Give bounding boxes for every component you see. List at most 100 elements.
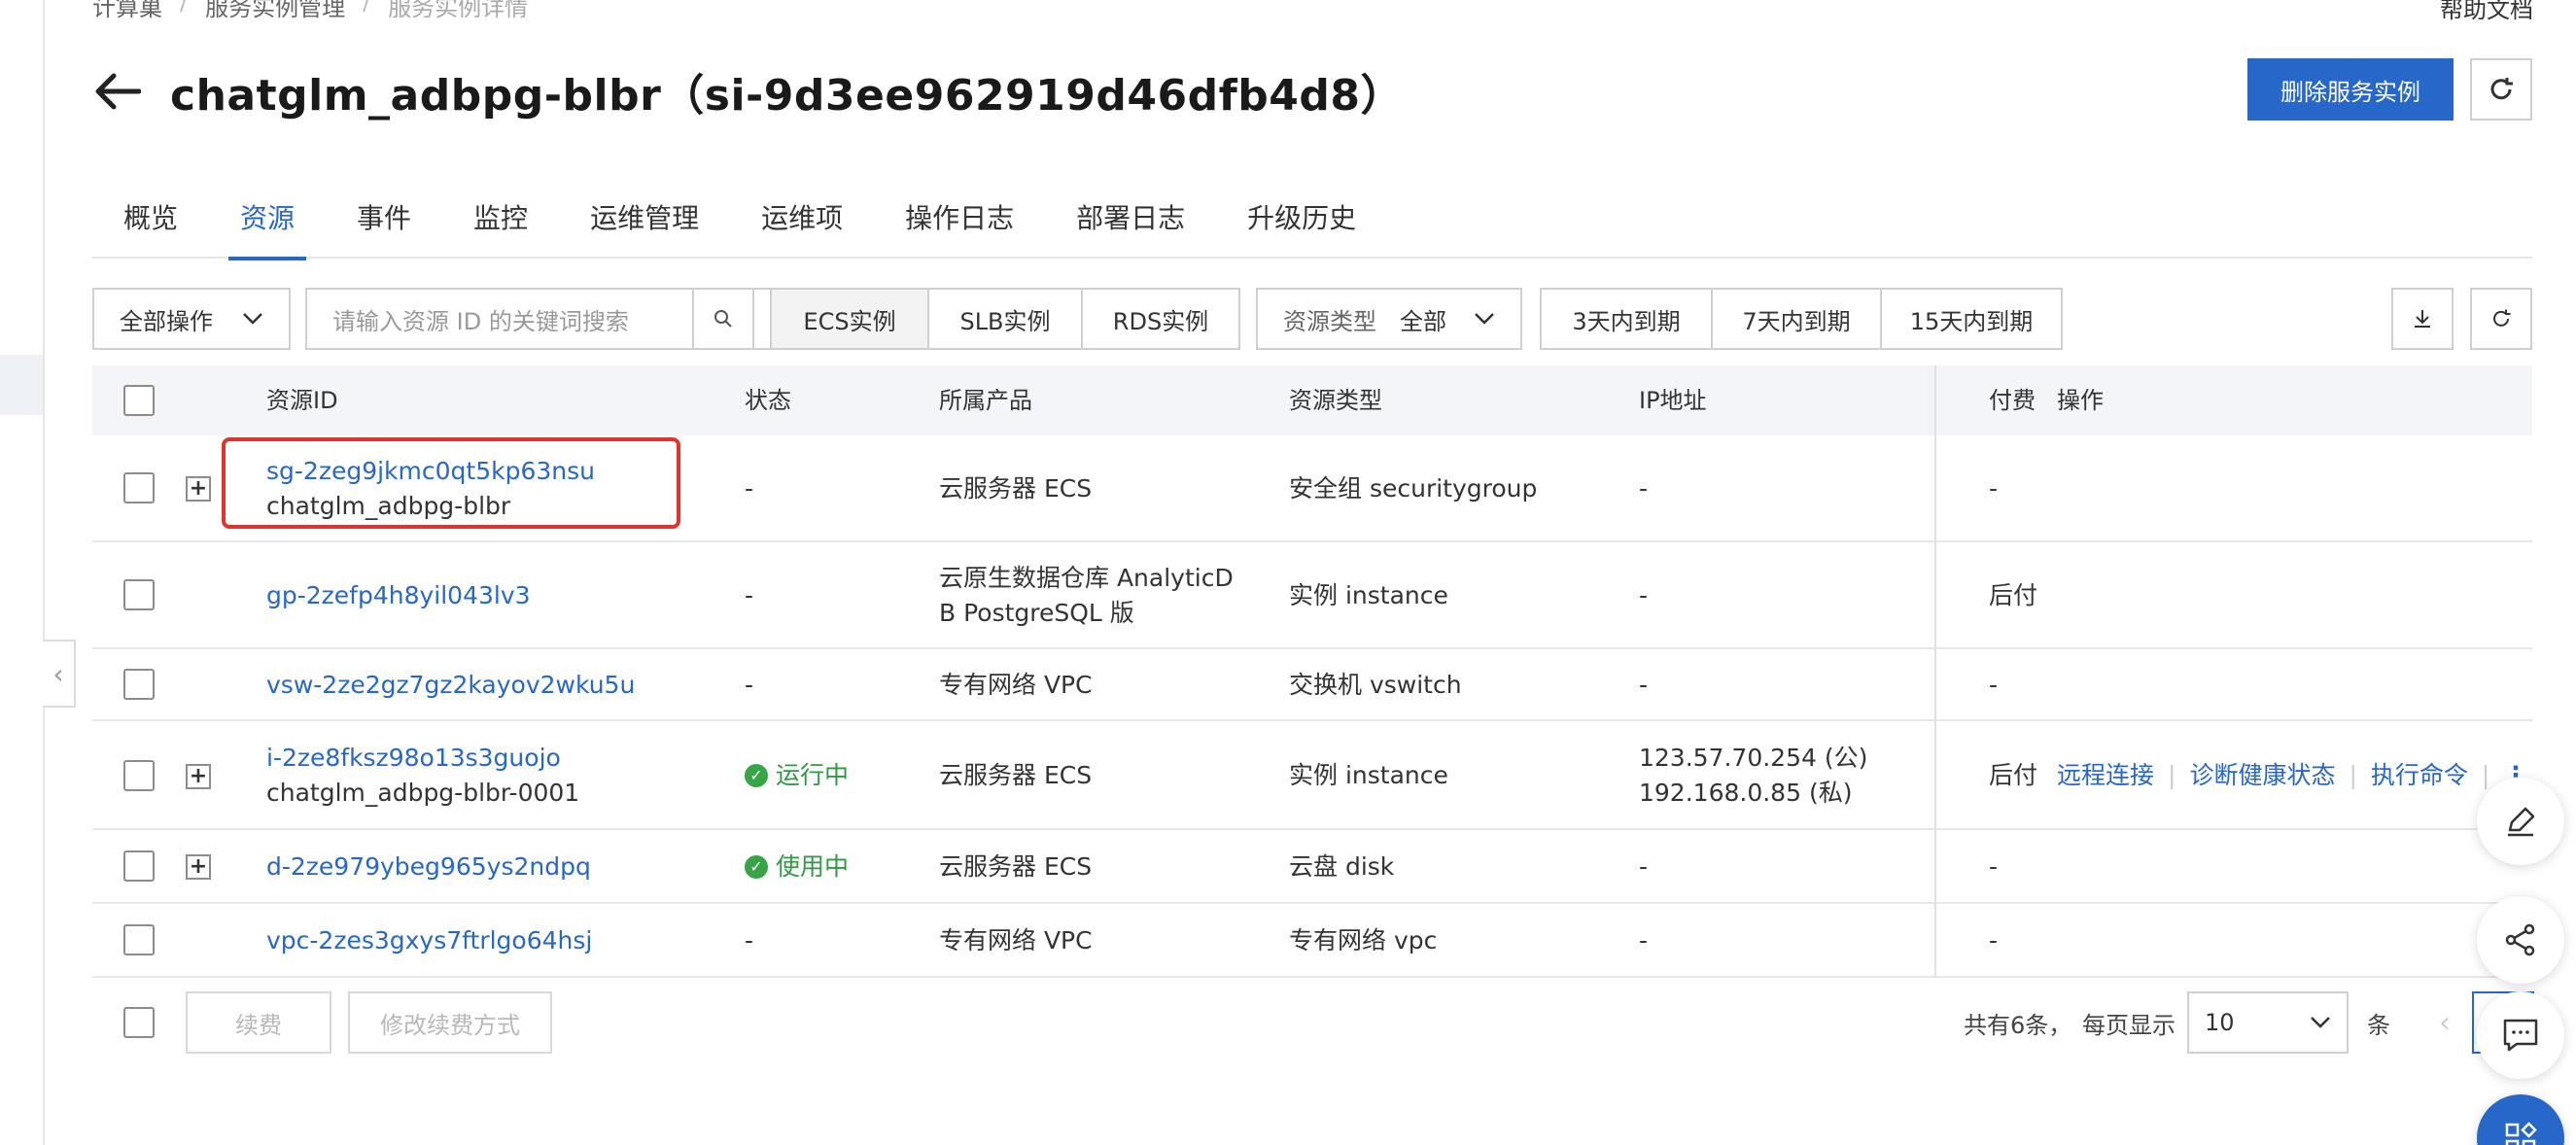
resource-product: 专有网络 VPC xyxy=(939,671,1093,699)
resource-product: 云服务器 ECS xyxy=(939,761,1093,789)
row-checkbox[interactable] xyxy=(123,472,155,503)
header-ip: IP地址 xyxy=(1639,387,1707,414)
resource-type: 实例 instance xyxy=(1289,581,1448,609)
resource-pay: 后付 xyxy=(1989,761,2038,789)
row-checkbox[interactable] xyxy=(123,924,155,955)
expiry-7days-button[interactable]: 7天内到期 xyxy=(1711,288,1882,350)
table-footer: 续费 修改续费方式 共有6条， 每页显示 10 条 ‹ 1 xyxy=(92,991,2534,1054)
delete-instance-button[interactable]: 删除服务实例 xyxy=(2247,58,2454,121)
page-size-value: 10 xyxy=(2205,1009,2235,1036)
resource-id-link[interactable]: gp-2zefp4h8yil043lv3 xyxy=(266,578,531,613)
resource-ip: - xyxy=(1639,581,1649,609)
expand-row-button[interactable]: + xyxy=(186,854,211,880)
prev-page-button[interactable]: ‹ xyxy=(2414,991,2476,1054)
table-row: vsw-2ze2gz7gz2kayov2wku5u - 专有网络 VPC 交换机… xyxy=(92,649,2532,721)
chevron-down-icon xyxy=(1475,313,1494,325)
share-float-button[interactable] xyxy=(2477,896,2564,984)
expiry-15days-button[interactable]: 15天内到期 xyxy=(1880,288,2063,350)
resources-table: 资源ID 状态 所属产品 资源类型 IP地址 付费 操作 + sg-2zeg9j… xyxy=(92,365,2532,978)
resource-type-dropdown[interactable]: 资源类型 全部 xyxy=(1256,288,1522,350)
page-size-select[interactable]: 10 xyxy=(2187,991,2349,1054)
edit-float-button[interactable] xyxy=(2477,778,2564,865)
filter-slb-button[interactable]: SLB实例 xyxy=(927,288,1083,350)
per-page-label: 每页显示 xyxy=(2082,1011,2176,1039)
tab-monitoring[interactable]: 监控 xyxy=(442,175,559,259)
row-checkbox[interactable] xyxy=(123,760,155,791)
tab-resources[interactable]: 资源 xyxy=(209,175,326,260)
filter-rds-button[interactable]: RDS实例 xyxy=(1081,288,1240,350)
tab-ops-management[interactable]: 运维管理 xyxy=(559,175,730,259)
refresh-icon xyxy=(2493,309,2511,327)
search-submit-button[interactable] xyxy=(692,288,754,350)
table-row: + i-2ze8fksz98o13s3guojo chatglm_adbpg-b… xyxy=(92,721,2532,830)
resource-product-line: 云原生数据仓库 AnalyticD xyxy=(939,564,1234,592)
run-command-link[interactable]: 执行命令 xyxy=(2371,758,2468,793)
sidebar-collapse-button[interactable]: ‹ xyxy=(43,640,76,708)
check-circle-icon: ✓ xyxy=(745,764,768,787)
download-icon xyxy=(2415,310,2430,328)
resource-id-link[interactable]: vsw-2ze2gz7gz2kayov2wku5u xyxy=(266,668,635,703)
tab-operation-logs[interactable]: 操作日志 xyxy=(874,175,1045,259)
expiry-3days-button[interactable]: 3天内到期 xyxy=(1540,288,1713,350)
tab-overview[interactable]: 概览 xyxy=(92,175,209,259)
breadcrumb-separator: / xyxy=(180,0,189,16)
search-icon xyxy=(714,310,732,328)
resource-type-value: 全部 xyxy=(1400,307,1446,335)
remote-connect-link[interactable]: 远程连接 xyxy=(2057,758,2154,793)
chevron-left-icon: ‹ xyxy=(52,657,64,690)
resource-pay: 后付 xyxy=(1989,581,2038,609)
resource-pay: - xyxy=(1989,671,1999,699)
tab-deploy-logs[interactable]: 部署日志 xyxy=(1045,175,1216,259)
change-billing-button[interactable]: 修改续费方式 xyxy=(348,991,552,1054)
expand-row-button[interactable]: + xyxy=(186,476,211,502)
table-refresh-button[interactable] xyxy=(2470,288,2532,350)
row-checkbox[interactable] xyxy=(123,579,155,610)
chevron-down-icon xyxy=(243,313,262,325)
apps-float-button[interactable] xyxy=(2477,1094,2564,1145)
apps-icon xyxy=(2505,1122,2537,1145)
table-header: 资源ID 状态 所属产品 资源类型 IP地址 付费 操作 xyxy=(92,365,2532,435)
back-arrow-icon[interactable] xyxy=(92,72,142,111)
help-doc-link[interactable]: 帮助文档 xyxy=(2440,0,2533,24)
expand-row-button[interactable]: + xyxy=(186,764,211,789)
chat-icon xyxy=(2503,1019,2538,1052)
divider: | xyxy=(2349,761,2357,789)
resource-id-link[interactable]: i-2ze8fksz98o13s3guojo xyxy=(266,741,579,776)
resource-status: - xyxy=(745,581,754,609)
page-title: chatglm_adbpg-blbr（si-9d3ee962919d46dfb4… xyxy=(170,71,1404,121)
resource-id-link[interactable]: vpc-2zes3gxys7ftrlgo64hsj xyxy=(266,923,592,958)
resource-product: 云服务器 ECS xyxy=(939,852,1093,881)
search-input-field[interactable]: 请输入资源 ID 的关键词搜索 xyxy=(305,288,694,350)
renew-button[interactable]: 续费 xyxy=(186,991,331,1054)
resource-status: - xyxy=(745,474,754,503)
tab-events[interactable]: 事件 xyxy=(326,175,442,259)
refresh-button[interactable] xyxy=(2470,58,2532,121)
resource-product: 专有网络 VPC xyxy=(939,926,1093,954)
resource-status: - xyxy=(745,926,754,954)
share-icon xyxy=(2505,923,2535,956)
breadcrumb-item-compute-nest[interactable]: 计算巢 xyxy=(92,0,162,22)
filter-ecs-button[interactable]: ECS实例 xyxy=(770,288,929,350)
breadcrumb-item-instances[interactable]: 服务实例管理 xyxy=(205,0,345,22)
fixed-column-divider xyxy=(1934,365,1936,978)
resource-product: 云服务器 ECS xyxy=(939,474,1093,503)
status-in-use: ✓ 使用中 xyxy=(745,850,849,885)
download-button[interactable] xyxy=(2391,288,2454,350)
divider: | xyxy=(2168,761,2176,789)
private-ip: 192.168.0.85 (私) xyxy=(1639,779,1853,807)
table-row: + d-2ze979ybeg965ys2ndpq ✓ 使用中 云服务器 ECS … xyxy=(92,830,2532,904)
resource-id-link[interactable]: d-2ze979ybeg965ys2ndpq xyxy=(266,850,591,885)
tab-upgrade-history[interactable]: 升级历史 xyxy=(1216,175,1387,259)
select-all-footer-checkbox[interactable] xyxy=(123,1007,155,1038)
select-all-checkbox[interactable] xyxy=(123,385,155,416)
row-checkbox[interactable] xyxy=(123,669,155,700)
breadcrumb-separator: / xyxy=(363,0,371,16)
feedback-float-button[interactable] xyxy=(2477,991,2564,1079)
row-checkbox[interactable] xyxy=(123,850,155,882)
header-resource-id: 资源ID xyxy=(266,387,338,414)
diagnose-health-link[interactable]: 诊断健康状态 xyxy=(2189,758,2335,793)
all-operations-dropdown[interactable]: 全部操作 xyxy=(92,288,291,350)
tab-ops-items[interactable]: 运维项 xyxy=(730,175,874,259)
resource-ip: - xyxy=(1639,852,1649,881)
all-operations-label: 全部操作 xyxy=(120,307,213,335)
